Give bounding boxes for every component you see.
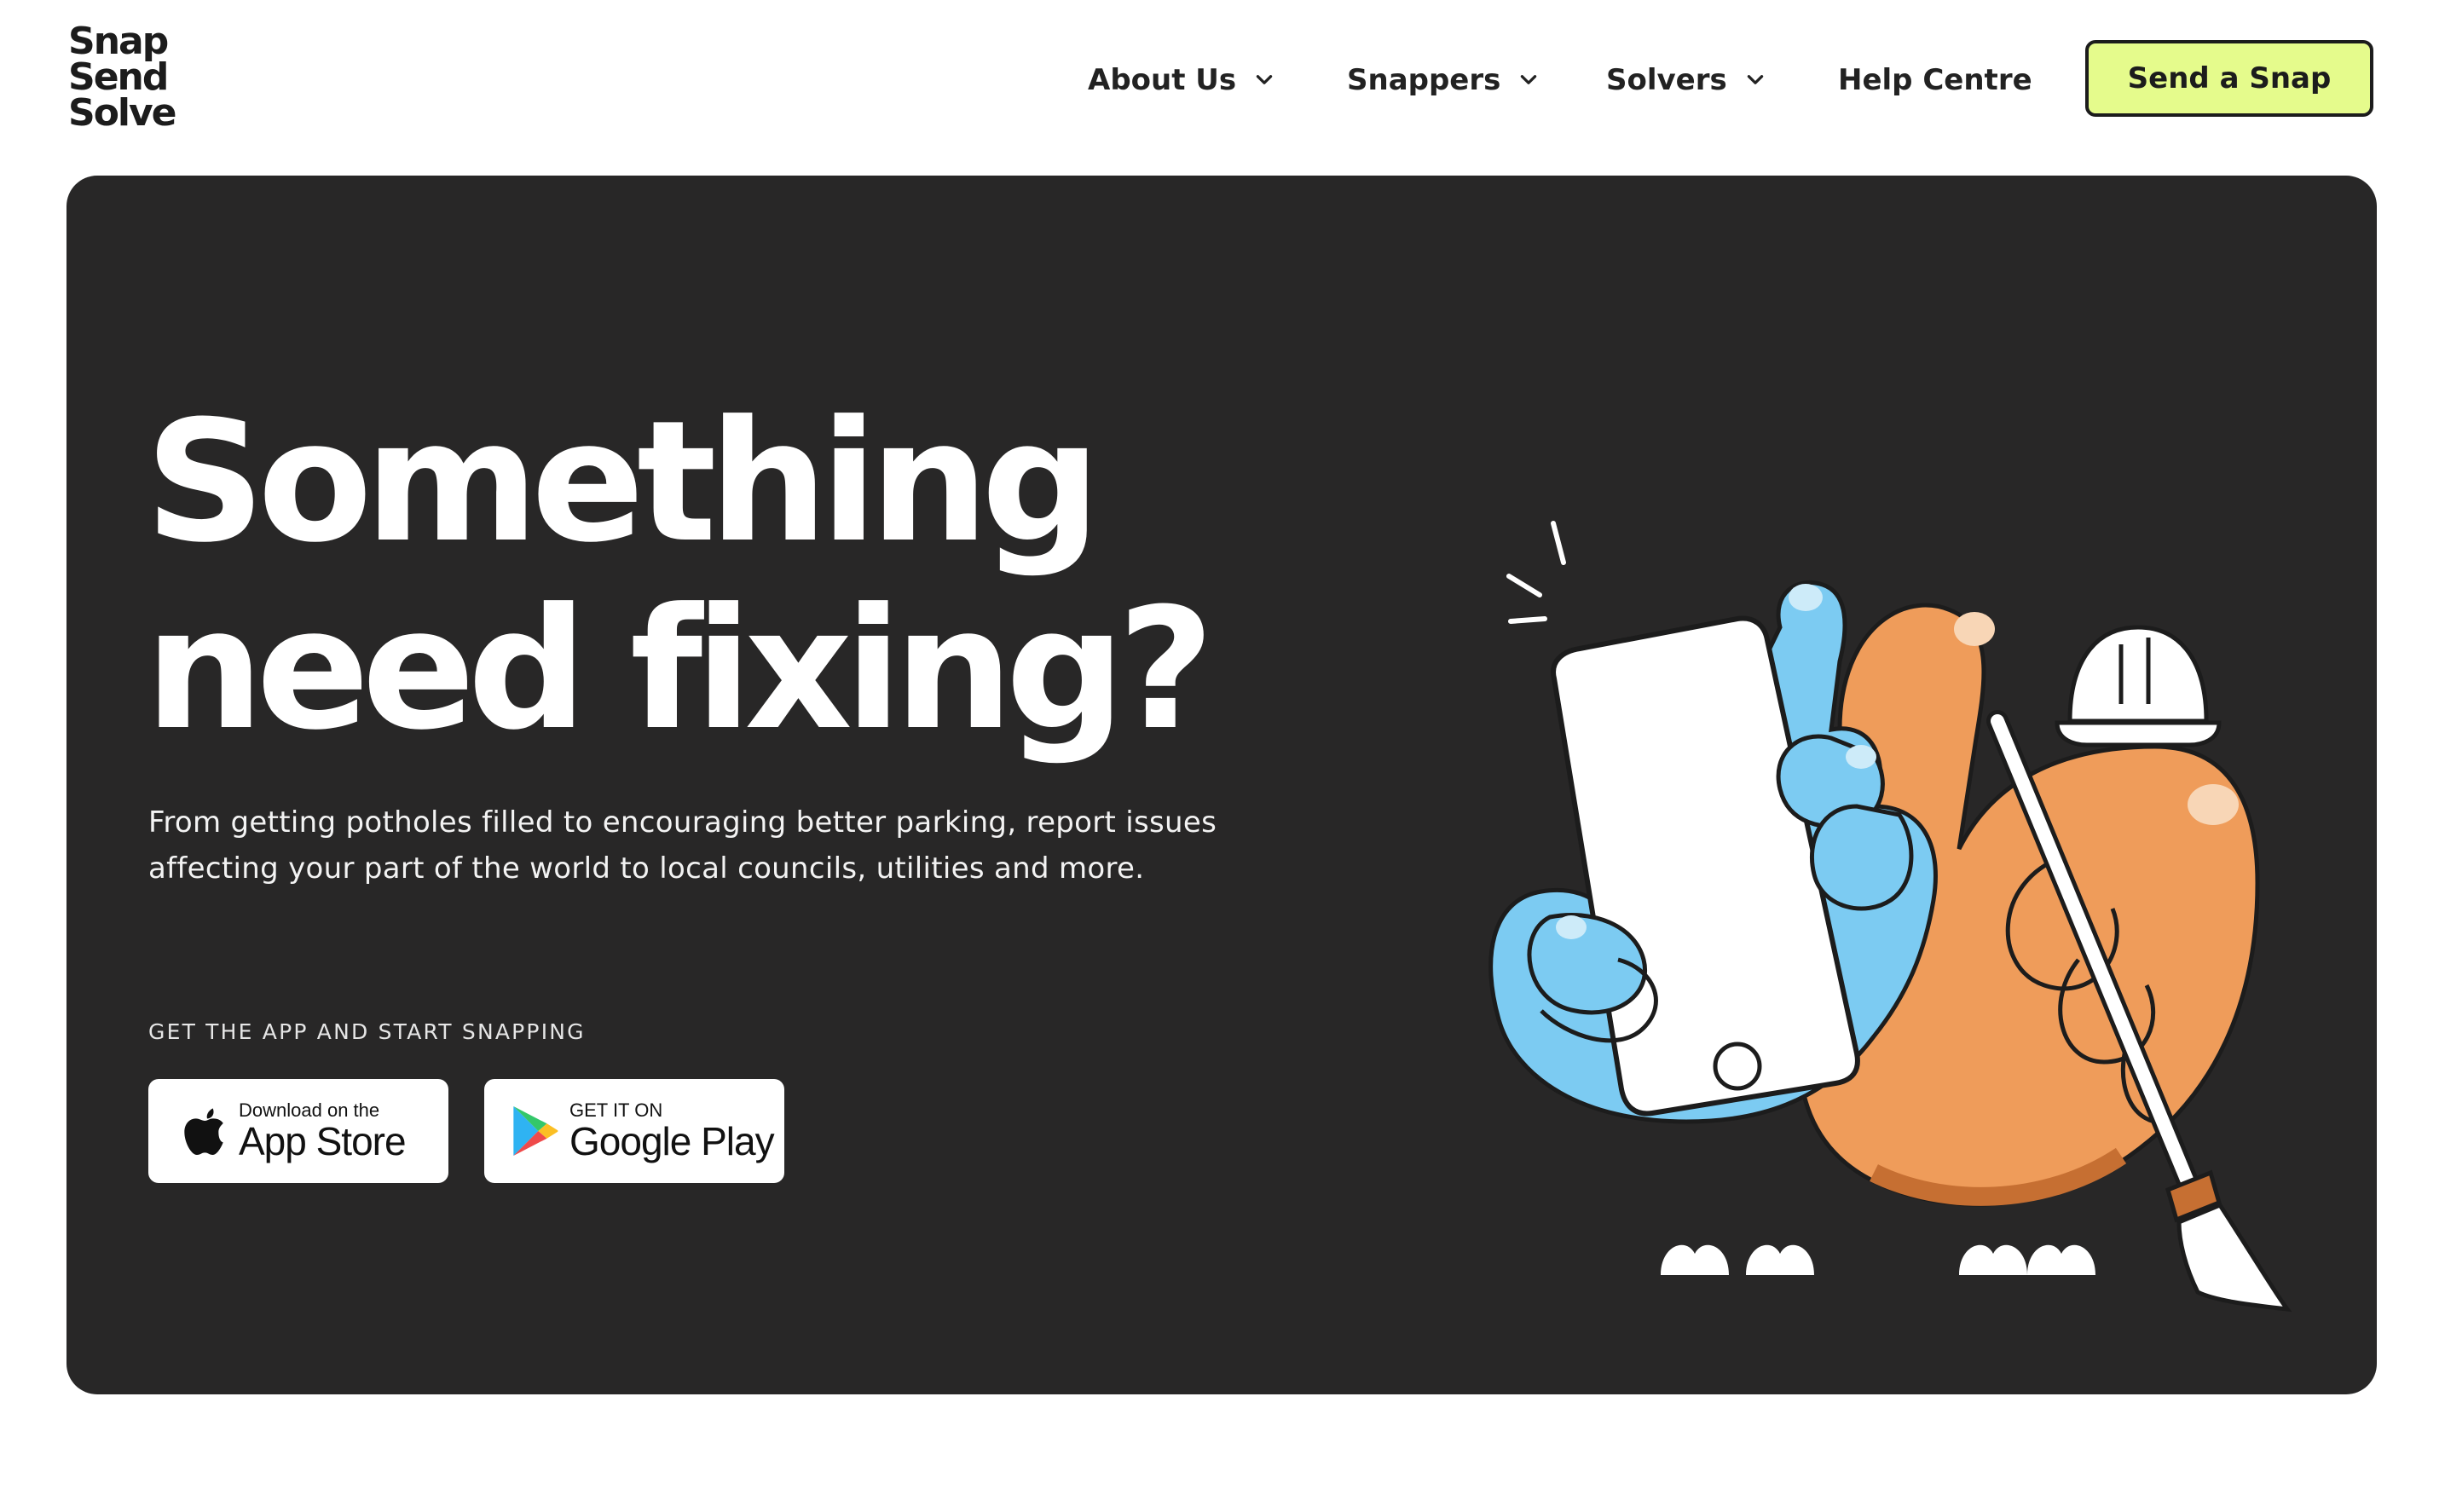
apple-icon	[184, 1108, 223, 1155]
nav-help-centre-label: Help Centre	[1838, 63, 2032, 97]
sparkle-lines	[1506, 521, 1566, 624]
hands-illustration	[1488, 521, 2292, 1313]
description-line-1: From getting potholes filled to encourag…	[148, 805, 1217, 840]
chevron-down-icon	[1747, 75, 1763, 84]
description-line-2: affecting your part of the world to loca…	[148, 851, 1145, 886]
chevron-down-icon	[1256, 75, 1273, 84]
feet	[1661, 1244, 2095, 1275]
hero-description: From getting potholes filled to encourag…	[148, 799, 1359, 892]
nav-snappers[interactable]: Snappers	[1347, 53, 1540, 107]
helmet-icon	[2055, 625, 2222, 747]
logo-line-1: Snap	[68, 20, 169, 63]
app-store-button[interactable]: Download on the App Store	[148, 1079, 448, 1183]
google-play-button[interactable]: GET IT ON Google Play	[484, 1079, 784, 1183]
headline-line-2: need fixing?	[145, 573, 1215, 767]
hero-panel: Something need fixing? From getting poth…	[66, 176, 2377, 1394]
logo-line-2: Send	[68, 55, 169, 99]
nav-snappers-label: Snappers	[1347, 63, 1501, 97]
nav-solvers-label: Solvers	[1606, 63, 1727, 97]
send-a-snap-button[interactable]: Send a Snap	[2085, 40, 2373, 117]
send-a-snap-label: Send a Snap	[2127, 61, 2332, 95]
google-play-icon	[513, 1106, 558, 1156]
nav-about-us[interactable]: About Us	[1088, 53, 1275, 107]
headline-line-1: Something	[145, 385, 1101, 580]
logo[interactable]: Snap Send Solve	[68, 20, 188, 135]
app-store-small-text: Download on the	[239, 1099, 380, 1121]
nav-help-centre[interactable]: Help Centre	[1838, 53, 2032, 107]
nav-about-us-label: About Us	[1088, 63, 1237, 97]
google-play-big-text: Google Play	[569, 1119, 775, 1163]
hero-headline: Something need fixing?	[145, 389, 1338, 764]
get-app-label: GET THE APP AND START SNAPPING	[148, 1019, 586, 1044]
logo-line-3: Solve	[68, 91, 177, 135]
app-store-big-text: App Store	[239, 1119, 407, 1163]
chevron-down-icon	[1521, 75, 1537, 84]
google-play-small-text: GET IT ON	[569, 1099, 663, 1121]
nav-solvers[interactable]: Solvers	[1606, 53, 1766, 107]
